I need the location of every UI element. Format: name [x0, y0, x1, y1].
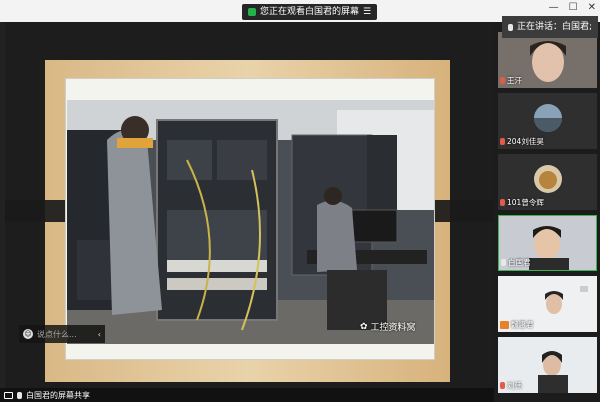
watermark: ✿ 工控资料窝: [360, 320, 416, 334]
participant-name: 204刘佳昊: [500, 136, 544, 147]
minimize-icon[interactable]: —: [549, 2, 559, 13]
participant-name: 魏惠君: [500, 319, 534, 330]
avatar: [534, 165, 562, 193]
mic-icon: [17, 391, 22, 399]
participant-list: 王汗 204刘佳昊 101曾令辉 白国君 魏惠君 刘伟: [494, 22, 600, 402]
avatar: [534, 104, 562, 132]
slide-photo: [67, 100, 434, 344]
wechat-icon: ✿: [360, 321, 368, 332]
screen-share-label: 白国君的屏幕共享: [26, 390, 90, 400]
collapse-arrow-icon[interactable]: ‹: [98, 330, 101, 339]
control-cabinet-photo: [67, 100, 434, 344]
window-controls: — ☐ ✕: [549, 2, 596, 13]
participant-name: 王汗: [500, 75, 522, 86]
person-icon: [500, 320, 509, 329]
screen-share-icon: [4, 391, 13, 399]
participant-name: 101曾令辉: [500, 197, 544, 208]
participant-tile[interactable]: 王汗: [498, 32, 597, 88]
menu-icon[interactable]: ☰: [363, 4, 371, 20]
mic-muted-icon: [500, 382, 505, 389]
participant-tile-active[interactable]: 白国君: [498, 215, 597, 271]
comment-placeholder: 说点什么...: [37, 329, 77, 339]
speaking-indicator: 正在讲话：白国君;: [501, 16, 598, 38]
maximize-icon[interactable]: ☐: [569, 2, 578, 13]
mic-muted-icon: [500, 199, 505, 206]
comment-input[interactable]: ☺ 说点什么... ‹: [19, 325, 105, 343]
participant-tile[interactable]: 204刘佳昊: [498, 93, 597, 149]
screen-share-notice[interactable]: 您正在观看白国君的屏幕 ☰: [242, 4, 378, 20]
meeting-window: 您正在观看白国君的屏幕 ☰ — ☐ ✕ 正在讲话：白国君; ✿ 工控资料窝 ☺ …: [0, 0, 600, 402]
mic-icon: [501, 259, 506, 266]
speaking-label: 正在讲话：白国君;: [516, 22, 592, 32]
close-icon[interactable]: ✕: [588, 2, 596, 13]
bottom-status-bar: 白国君的屏幕共享: [0, 388, 494, 402]
participant-tile[interactable]: 101曾令辉: [498, 154, 597, 210]
participant-tile[interactable]: 刘伟: [498, 337, 597, 393]
share-notice-text: 您正在观看白国君的屏幕: [260, 7, 360, 17]
participant-name: 刘伟: [500, 380, 522, 391]
speaker-mic-icon: [507, 23, 513, 31]
watermark-text: 工控资料窝: [370, 323, 416, 333]
emoji-icon[interactable]: ☺: [23, 329, 33, 339]
shared-screen-area: ✿ 工控资料窝 ☺ 说点什么... ‹: [5, 22, 494, 388]
mic-muted-icon: [500, 77, 505, 84]
share-status-icon: [248, 8, 256, 16]
participant-name: 白国君: [501, 257, 531, 268]
participant-tile[interactable]: 魏惠君: [498, 276, 597, 332]
mic-muted-icon: [500, 138, 505, 145]
